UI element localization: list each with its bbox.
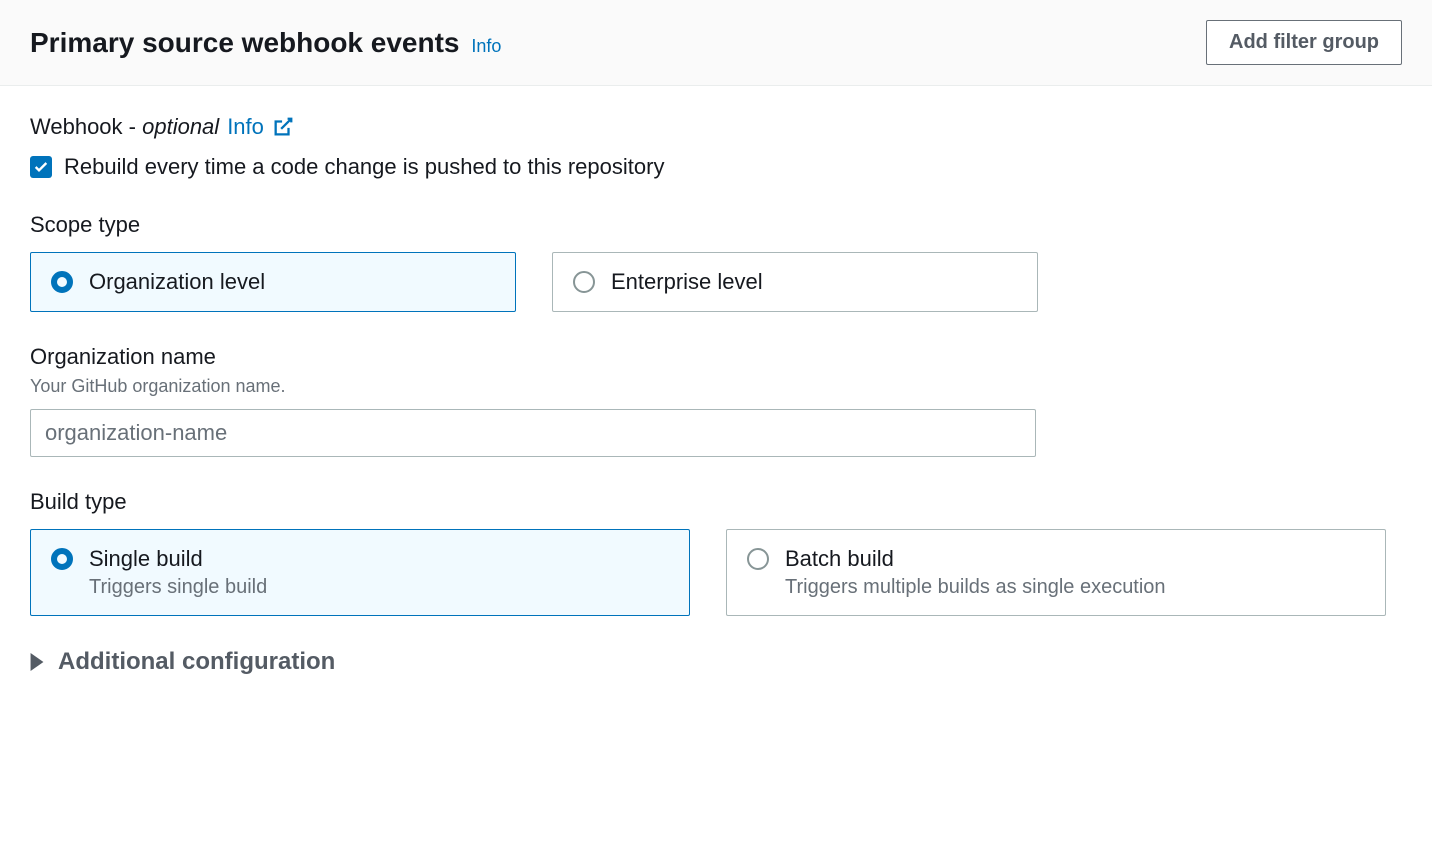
scope-type-options: Organization level Enterprise level	[30, 252, 1402, 312]
rebuild-checkbox-label: Rebuild every time a code change is push…	[64, 154, 664, 180]
webhook-label: Webhook - optional Info	[30, 114, 1402, 140]
panel-content: Webhook - optional Info Rebuild every ti…	[0, 86, 1432, 704]
external-link-icon[interactable]	[272, 116, 294, 138]
header-info-link[interactable]: Info	[471, 36, 501, 56]
org-name-hint: Your GitHub organization name.	[30, 376, 1402, 397]
org-name-label: Organization name	[30, 344, 1402, 370]
build-type-label: Build type	[30, 489, 1402, 515]
radio-label: Organization level	[89, 269, 265, 295]
panel-header: Primary source webhook events Info Add f…	[0, 0, 1432, 86]
header-title-group: Primary source webhook events Info	[30, 27, 501, 59]
radio-label: Single build	[89, 546, 267, 572]
rebuild-checkbox[interactable]	[30, 156, 52, 178]
rebuild-checkbox-row: Rebuild every time a code change is push…	[30, 154, 1402, 180]
radio-label: Enterprise level	[611, 269, 763, 295]
radio-icon	[51, 271, 73, 293]
build-option-batch[interactable]: Batch build Triggers multiple builds as …	[726, 529, 1386, 616]
add-filter-group-button[interactable]: Add filter group	[1206, 20, 1402, 65]
additional-configuration-toggle[interactable]: Additional configuration	[30, 648, 1402, 676]
caret-right-icon	[30, 653, 44, 671]
scope-type-section: Scope type Organization level Enterprise…	[30, 212, 1402, 312]
org-name-section: Organization name Your GitHub organizati…	[30, 344, 1402, 457]
scope-option-organization[interactable]: Organization level	[30, 252, 516, 312]
additional-configuration-label: Additional configuration	[58, 648, 335, 676]
radio-icon	[747, 548, 769, 570]
radio-description: Triggers single build	[89, 576, 267, 599]
webhook-optional-text: optional	[142, 114, 219, 139]
webhook-section: Webhook - optional Info Rebuild every ti…	[30, 114, 1402, 180]
radio-icon	[573, 271, 595, 293]
scope-type-label: Scope type	[30, 212, 1402, 238]
build-type-options: Single build Triggers single build Batch…	[30, 529, 1402, 616]
webhook-label-text: Webhook	[30, 114, 123, 139]
radio-label: Batch build	[785, 546, 1166, 572]
radio-description: Triggers multiple builds as single execu…	[785, 576, 1166, 599]
org-name-input[interactable]	[30, 409, 1036, 457]
scope-option-enterprise[interactable]: Enterprise level	[552, 252, 1038, 312]
build-option-single[interactable]: Single build Triggers single build	[30, 529, 690, 616]
radio-icon	[51, 548, 73, 570]
webhook-info-link[interactable]: Info	[227, 114, 264, 140]
page-title: Primary source webhook events	[30, 27, 460, 58]
build-type-section: Build type Single build Triggers single …	[30, 489, 1402, 616]
